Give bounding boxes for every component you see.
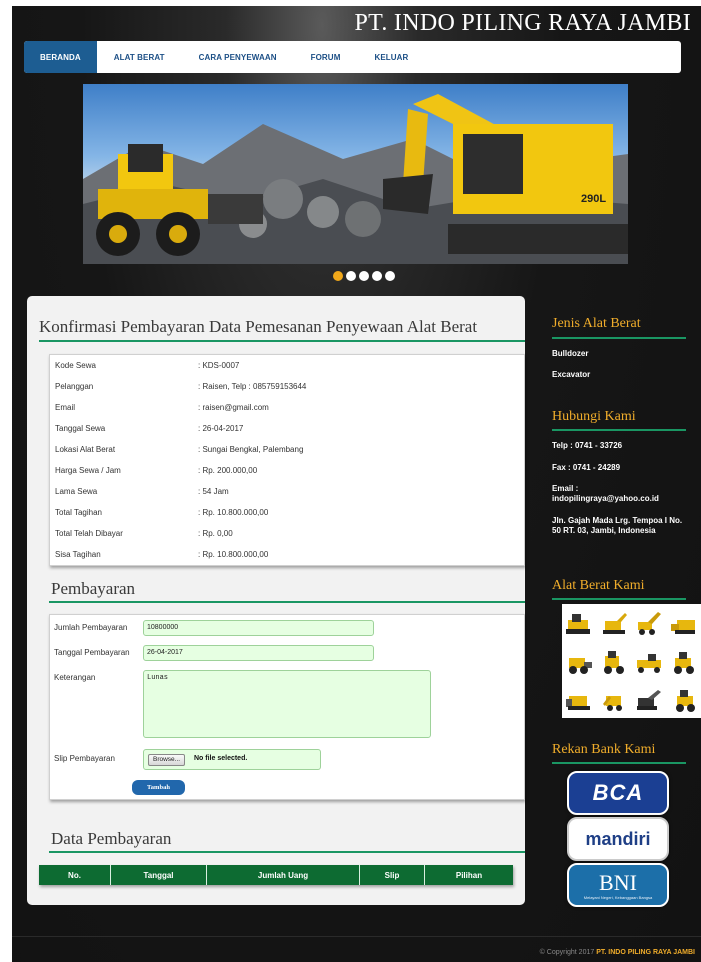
payment-table-header: No. Tanggal Jumlah Uang Slip Pilihan (39, 865, 513, 885)
equipment-thumbnail[interactable] (666, 680, 701, 718)
sidebar-bank-title: Rekan Bank Kami (552, 742, 656, 757)
browse-button[interactable]: Browse... (148, 754, 186, 766)
slider-dot[interactable] (372, 271, 382, 281)
info-row: Sisa Tagihan: Rp. 10.800.000,00 (55, 550, 269, 559)
bank-name: BCA (592, 780, 644, 805)
sidebar-types-title: Jenis Alat Berat (552, 316, 641, 331)
info-row: Total Tagihan: Rp. 10.800.000,00 (55, 508, 269, 517)
slip-label: Slip Pembayaran (54, 754, 115, 763)
heavy-equipment-illustration: 290L (83, 94, 628, 264)
sidebar-item-excavator[interactable]: Excavator (552, 370, 590, 380)
sidebar-divider (552, 429, 686, 431)
bank-logo-bni: BNI Melayani Negeri, Kebanggaan Bangsa (567, 863, 669, 907)
date-input[interactable]: 26-04-2017 (143, 645, 374, 661)
equipment-gallery (562, 604, 701, 718)
sidebar-item-bulldozer[interactable]: Bulldozer (552, 349, 588, 359)
bank-tagline: Melayani Negeri, Kebanggaan Bangsa (583, 894, 653, 900)
equipment-thumbnail[interactable] (562, 604, 597, 642)
bank-logo-bca: BCA (567, 771, 669, 815)
contact-phone: Telp : 0741 - 33726 (552, 441, 623, 450)
slip-file-input[interactable]: Browse... No file selected. (143, 749, 321, 770)
slider-dot[interactable] (385, 271, 395, 281)
contact-email-label: Email : (552, 484, 579, 493)
bank-logo-mandiri: mandiri (567, 817, 669, 861)
nav-item-alat-berat[interactable]: ALAT BERAT (97, 41, 182, 73)
column-header: Tanggal (111, 865, 207, 885)
section-divider (49, 601, 525, 603)
equipment-thumbnail[interactable] (632, 642, 667, 680)
note-label: Keterangan (54, 673, 96, 682)
column-header: Pilihan (455, 870, 483, 880)
slider-dots (333, 271, 395, 281)
contact-fax: Fax : 0741 - 24289 (552, 463, 621, 472)
sidebar-gallery-title: Alat Berat Kami (552, 578, 645, 593)
booking-info-box: Kode Sewa: KDS-0007 Pelanggan: Raisen, T… (49, 354, 525, 566)
history-title: Data Pembayaran (51, 829, 172, 848)
hero-banner: 290L (83, 84, 628, 264)
contact-address: Jln. Gajah Mada Lrg. Tempoa I No. 50 RT.… (552, 516, 683, 535)
confirm-title: Konfirmasi Pembayaran Data Pemesanan Pen… (39, 317, 478, 336)
slider-dot[interactable] (359, 271, 369, 281)
equipment-thumbnail[interactable] (597, 604, 632, 642)
nav-item-beranda[interactable]: BERANDA (24, 41, 97, 73)
slider-dot[interactable] (333, 271, 343, 281)
column-header: Jumlah Uang (207, 865, 360, 885)
nav-item-cara-penyewaan[interactable]: CARA PENYEWAAN (182, 41, 294, 73)
equipment-thumbnail[interactable] (666, 642, 701, 680)
payment-title: Pembayaran (51, 579, 136, 598)
main-nav: BERANDA ALAT BERAT CARA PENYEWAAN FORUM … (24, 41, 681, 73)
slider-dot[interactable] (346, 271, 356, 281)
amount-input[interactable]: 10800000 (143, 620, 374, 636)
equipment-thumbnail[interactable] (597, 680, 632, 718)
section-divider (39, 340, 525, 342)
info-row: Kode Sewa: KDS-0007 (55, 361, 240, 370)
info-row: Lokasi Alat Berat: Sungai Bengkal, Palem… (55, 445, 304, 454)
equipment-thumbnail[interactable] (666, 604, 701, 642)
info-row: Lama Sewa: 54 Jam (55, 487, 229, 496)
equipment-thumbnail[interactable] (632, 680, 667, 718)
info-row: Pelanggan: Raisen, Telp : 085759153644 (55, 382, 307, 391)
site-title: PT. INDO PILING RAYA JAMBI (354, 10, 691, 36)
footer: © Copyright 2017 PT. INDO PILING RAYA JA… (540, 949, 695, 956)
footer-divider (12, 936, 701, 937)
info-row: Tanggal Sewa: 26-04-2017 (55, 424, 244, 433)
tambah-button[interactable]: Tambah (132, 780, 185, 795)
equipment-thumbnail[interactable] (597, 642, 632, 680)
column-header: No. (39, 865, 111, 885)
info-row: Email: raisen@gmail.com (55, 403, 269, 412)
footer-copyright: © Copyright 2017 (539, 949, 595, 956)
date-label: Tanggal Pembayaran (54, 648, 130, 657)
equipment-thumbnail[interactable] (562, 642, 597, 680)
no-file-text: No file selected. (194, 755, 248, 762)
equipment-thumbnail[interactable] (632, 604, 667, 642)
sidebar-divider (552, 337, 686, 339)
info-row: Harga Sewa / Jam: Rp. 200.000,00 (55, 466, 258, 475)
sidebar-divider (552, 762, 686, 764)
column-header: Slip (360, 865, 425, 885)
nav-item-keluar[interactable]: KELUAR (357, 41, 425, 73)
footer-company: PT. INDO PILING RAYA JAMBI (596, 949, 695, 956)
amount-label: Jumlah Pembayaran (54, 623, 128, 632)
section-divider (49, 851, 525, 853)
nav-item-forum[interactable]: FORUM (294, 41, 358, 73)
note-textarea[interactable]: Lunas (143, 670, 431, 738)
bank-name: mandiri (585, 828, 651, 849)
contact-email: indopilingraya@yahoo.co.id (552, 494, 659, 503)
info-row: Total Telah Dibayar: Rp. 0,00 (55, 529, 233, 538)
sidebar-contact-title: Hubungi Kami (552, 409, 636, 424)
equipment-thumbnail[interactable] (562, 680, 597, 718)
bank-name: BNI (599, 869, 637, 895)
machine-model-label: 290L (581, 193, 606, 205)
sidebar-divider (552, 598, 686, 600)
